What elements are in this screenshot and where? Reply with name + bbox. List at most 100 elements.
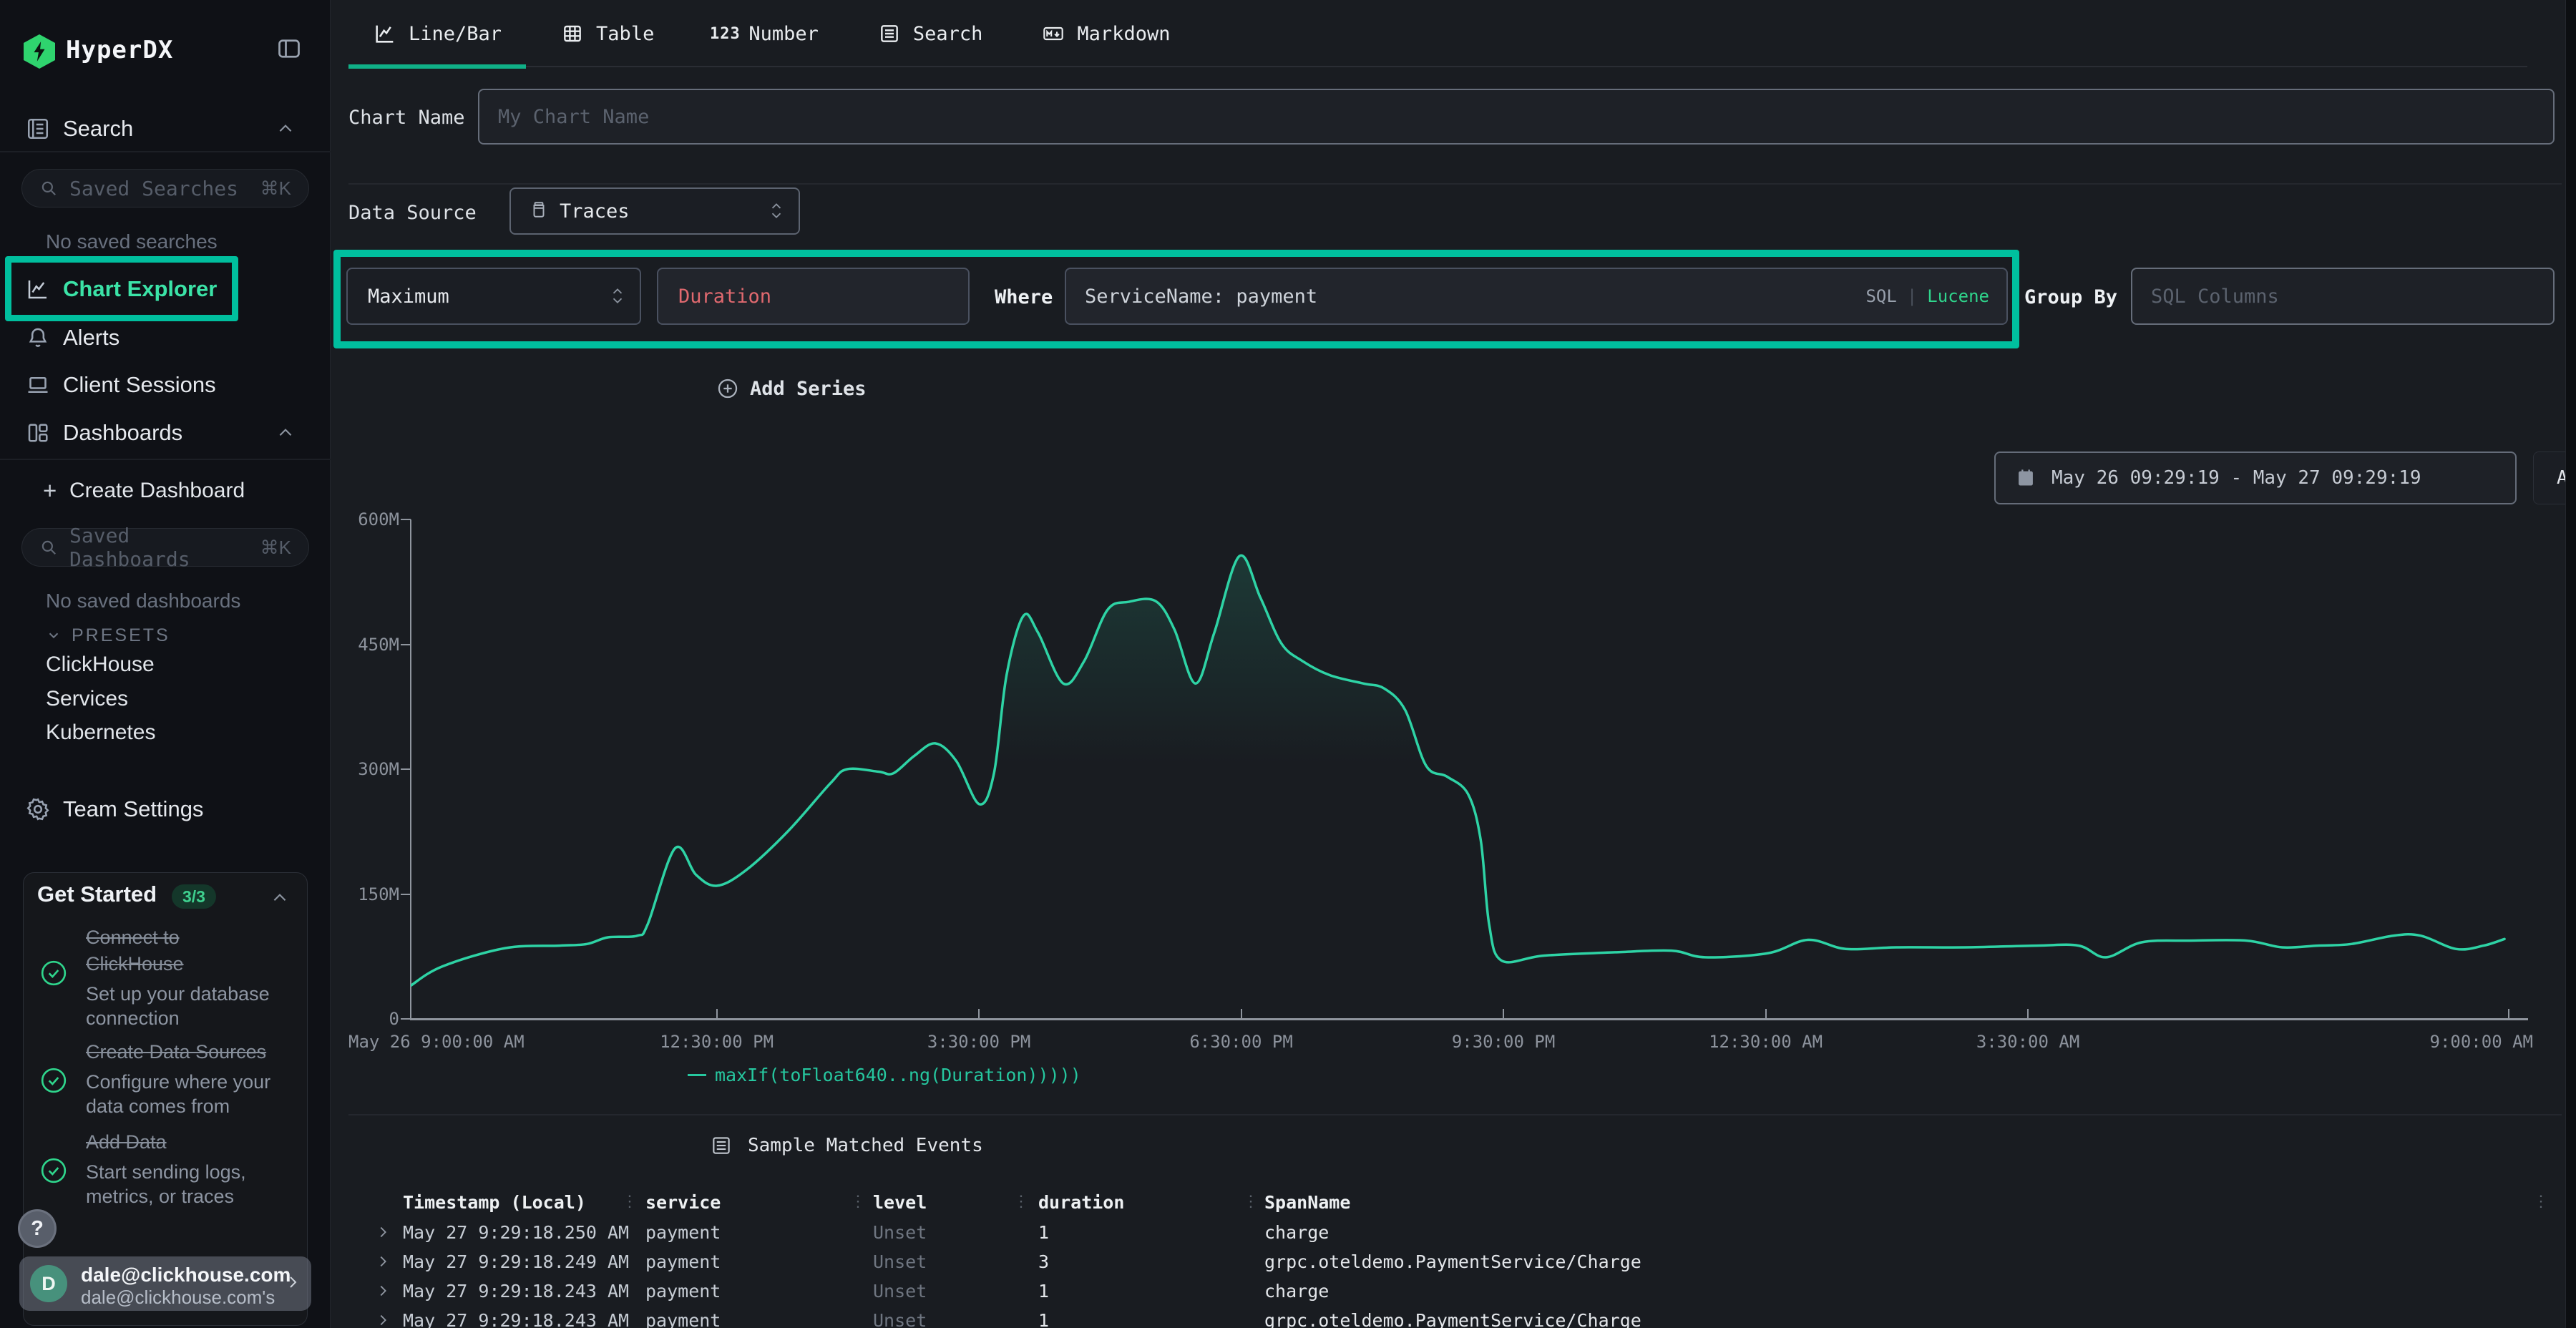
y-axis-tick <box>401 1018 411 1020</box>
table-cell[interactable]: grpc.oteldemo.PaymentService/Charge <box>1264 1310 1641 1328</box>
get-started-item[interactable]: Connect to ClickHouseSet up your databas… <box>86 924 282 1030</box>
check-circle-icon <box>39 959 68 987</box>
preset-kubernetes[interactable]: Kubernetes <box>46 721 155 745</box>
get-started-title: Get Started <box>37 882 157 907</box>
date-range-value: May 26 09:29:19 - May 27 09:29:19 <box>2051 467 2421 489</box>
add-series-button[interactable]: Add Series <box>716 376 867 401</box>
column-header-service[interactable]: service <box>645 1192 721 1213</box>
column-resize-handle[interactable]: ⋮ <box>850 1193 866 1211</box>
table-cell[interactable]: payment <box>645 1310 721 1328</box>
app-title: HyperDX <box>66 36 173 64</box>
no-saved-dashboards-text: No saved dashboards <box>46 590 240 612</box>
table-cell[interactable]: charge <box>1264 1222 1329 1243</box>
presets-toggle[interactable]: PRESETS <box>0 621 331 650</box>
user-menu[interactable]: D dale@clickhouse.com dale@clickhouse.co… <box>19 1256 311 1311</box>
table-cell[interactable]: May 27 9:29:18.249 AM <box>403 1251 629 1272</box>
chart-name-input[interactable] <box>479 106 2553 128</box>
tab-search[interactable]: Search <box>853 0 1008 67</box>
collapse-sidebar-icon[interactable] <box>276 36 302 60</box>
sample-events-title: Sample Matched Events <box>748 1135 983 1156</box>
x-axis-label: 3:30:00 PM <box>927 1032 1031 1052</box>
tab-markdown[interactable]: Markdown <box>1017 0 1194 67</box>
table-cell[interactable]: May 27 9:29:18.243 AM <box>403 1310 629 1328</box>
table-cell[interactable]: May 27 9:29:18.243 AM <box>403 1281 629 1302</box>
y-axis-label: 600M <box>342 509 399 529</box>
preset-clickhouse[interactable]: ClickHouse <box>46 653 155 677</box>
sidebar-item-dashboards[interactable]: Dashboards <box>0 409 331 456</box>
team-settings-label: Team Settings <box>63 796 203 822</box>
dashboard-icon <box>25 420 51 446</box>
expand-row-icon[interactable] <box>375 1254 391 1269</box>
table-cell[interactable]: payment <box>645 1251 721 1272</box>
chevron-up-icon[interactable] <box>270 889 289 907</box>
expand-row-icon[interactable] <box>375 1224 391 1240</box>
toggle-divider: | <box>1907 286 1917 306</box>
column-resize-handle[interactable]: ⋮ <box>1013 1193 1029 1211</box>
chevron-up-icon[interactable] <box>276 424 295 442</box>
table-cell[interactable]: Unset <box>873 1251 927 1272</box>
get-started-item-description: Set up your database connection <box>86 982 282 1030</box>
column-header-level[interactable]: level <box>873 1192 927 1213</box>
saved-searches-input[interactable]: Saved Searches ⌘K <box>21 169 309 208</box>
chevron-up-icon[interactable] <box>276 119 295 138</box>
sidebar-item-search[interactable]: Search <box>0 105 331 152</box>
where-label: Where <box>995 286 1053 308</box>
scrollbar[interactable] <box>2565 0 2576 1328</box>
preset-services[interactable]: Services <box>46 687 128 711</box>
data-source-select[interactable]: Traces <box>509 187 800 235</box>
aggregation-select[interactable]: Maximum <box>346 268 641 325</box>
sidebar-item-team-settings[interactable]: Team Settings <box>0 786 331 833</box>
sidebar-item-client-sessions[interactable]: Client Sessions <box>0 361 331 409</box>
column-header-timestamp-local-[interactable]: Timestamp (Local) <box>403 1192 586 1213</box>
list-icon <box>877 21 902 46</box>
group-by-input[interactable] <box>2132 285 2553 308</box>
create-dashboard-label: Create Dashboard <box>69 479 245 503</box>
sidebar-item-alerts[interactable]: Alerts <box>0 314 331 361</box>
table-cell[interactable]: payment <box>645 1222 721 1243</box>
tab-line-bar[interactable]: Line/Bar <box>348 0 526 67</box>
tab-label: Number <box>748 23 819 45</box>
expand-row-icon[interactable] <box>375 1312 391 1328</box>
y-axis-tick <box>401 644 411 645</box>
column-resize-handle[interactable]: ⋮ <box>622 1193 638 1211</box>
search-icon <box>39 179 58 197</box>
table-cell[interactable]: May 27 9:29:18.250 AM <box>403 1222 629 1243</box>
sidebar-item-chart-explorer[interactable]: Chart Explorer <box>0 265 331 313</box>
sample-events-header: Sample Matched Events <box>711 1135 983 1156</box>
y-axis-tick <box>401 519 411 520</box>
table-cell[interactable]: Unset <box>873 1310 927 1328</box>
column-resize-handle[interactable]: ⋮ <box>1243 1193 1259 1211</box>
table-cell[interactable]: 1 <box>1038 1281 1049 1302</box>
table-cell[interactable]: Unset <box>873 1222 927 1243</box>
column-header-spanname[interactable]: SpanName <box>1264 1192 1350 1213</box>
saved-dashboards-input[interactable]: Saved Dashboards ⌘K <box>21 528 309 567</box>
group-by-label: Group By <box>2024 286 2117 308</box>
create-dashboard-button[interactable]: + Create Dashboard <box>0 471 331 511</box>
table-cell[interactable]: Unset <box>873 1281 927 1302</box>
sidebar: HyperDX Search Saved Searches ⌘K No save… <box>0 0 331 1328</box>
lucene-toggle[interactable]: Lucene <box>1927 286 1989 306</box>
table-cell[interactable]: charge <box>1264 1281 1329 1302</box>
series-area <box>411 555 2504 1019</box>
table-cell[interactable]: payment <box>645 1281 721 1302</box>
tab-table[interactable]: Table <box>536 0 678 67</box>
get-started-item[interactable]: Add DataStart sending logs, metrics, or … <box>86 1129 282 1209</box>
date-range-picker[interactable]: May 26 09:29:19 - May 27 09:29:19 <box>1994 451 2517 504</box>
circle-plus-icon <box>716 376 740 401</box>
chart-legend: maxIf(toFloat640..ng(Duration))))) <box>688 1065 1081 1085</box>
sql-toggle[interactable]: SQL <box>1865 286 1896 306</box>
query-language-toggle: SQL | Lucene <box>1865 286 1989 306</box>
help-button[interactable]: ? <box>18 1209 57 1248</box>
column-header-duration[interactable]: duration <box>1038 1192 1124 1213</box>
divider <box>348 1114 2562 1115</box>
table-cell[interactable]: 1 <box>1038 1222 1049 1243</box>
table-cell[interactable]: 1 <box>1038 1310 1049 1328</box>
expand-row-icon[interactable] <box>375 1283 391 1299</box>
table-menu-icon[interactable]: ⋮ <box>2533 1193 2549 1211</box>
y-axis-tick <box>401 768 411 770</box>
get-started-item[interactable]: Create Data SourcesConfigure where your … <box>86 1039 282 1118</box>
table-cell[interactable]: 3 <box>1038 1251 1049 1272</box>
table-cell[interactable]: grpc.oteldemo.PaymentService/Charge <box>1264 1251 1641 1272</box>
field-select[interactable]: Duration <box>657 268 970 325</box>
tab-number[interactable]: 123Number <box>688 0 843 67</box>
